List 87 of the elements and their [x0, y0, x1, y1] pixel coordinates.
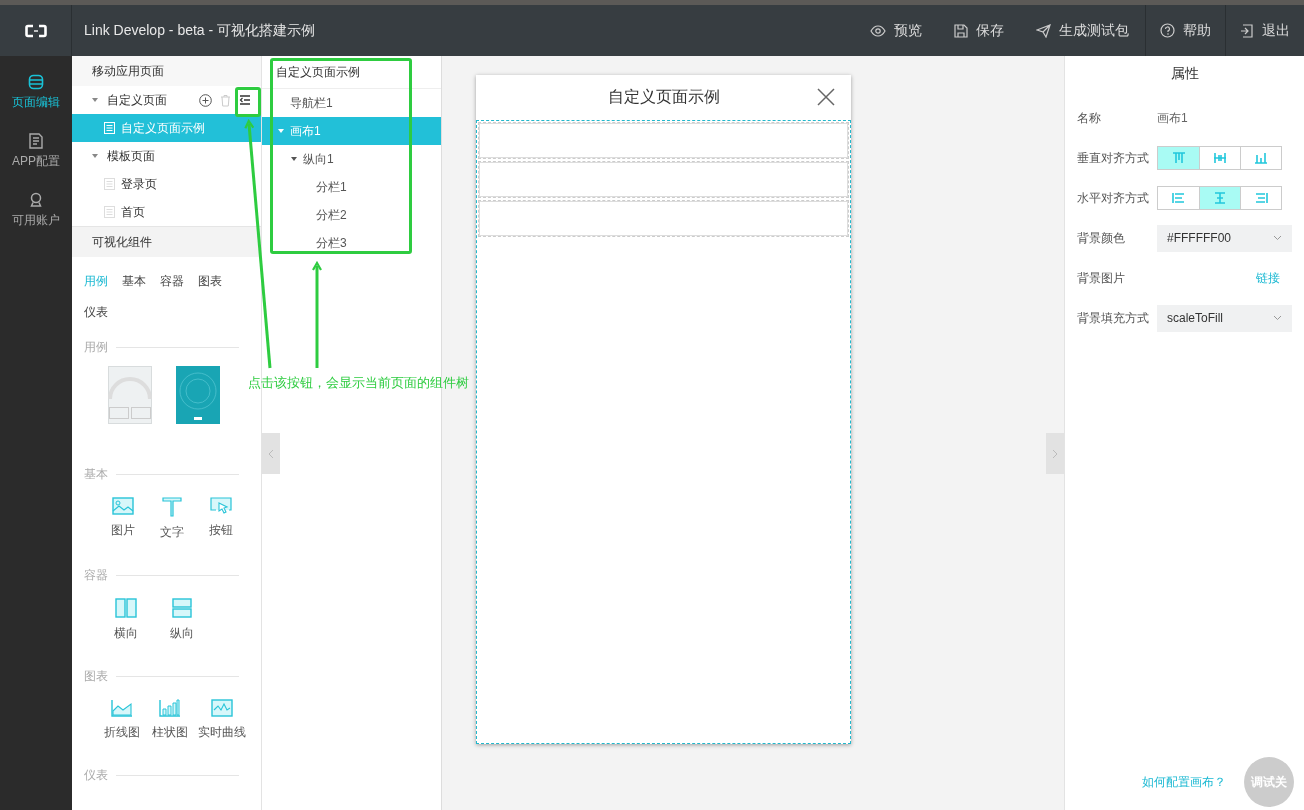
component-item[interactable]: 图片 [104, 497, 141, 541]
align-icon [1254, 192, 1268, 204]
close-icon[interactable] [817, 88, 835, 106]
trash-icon[interactable] [220, 94, 231, 107]
cursor-icon [209, 497, 232, 515]
section-title: 仪表 [84, 767, 108, 784]
component-tab[interactable]: 容器 [160, 271, 184, 292]
section-title: 用例 [84, 339, 108, 356]
bar-chart-icon [159, 699, 181, 717]
component-tab[interactable]: 仪表 [84, 302, 108, 323]
rows-icon [172, 598, 192, 618]
property-value: 画布1 [1157, 109, 1188, 127]
user-icon [28, 192, 44, 208]
rail-item[interactable]: 页面编辑 [0, 70, 72, 115]
component-tab[interactable]: 图表 [198, 271, 222, 292]
section-header: 可视化组件 [72, 226, 261, 257]
component-item[interactable]: 柱状图 [152, 699, 188, 741]
component-tab[interactable]: 基本 [122, 271, 146, 292]
highlight-frame [235, 87, 261, 117]
component-item[interactable]: 文字 [153, 497, 190, 541]
section-title: 基本 [84, 466, 108, 483]
exit-icon [1240, 23, 1254, 38]
rail-item[interactable]: 可用账户 [0, 188, 72, 233]
section-title: 容器 [84, 567, 108, 584]
columns-icon [115, 598, 137, 618]
component-item[interactable]: 折线图 [104, 699, 140, 741]
chevron-down-icon [1273, 235, 1282, 241]
app-title: Link Develop - beta - 可视化搭建示例 [83, 21, 317, 40]
tree-node[interactable]: 分栏3 [262, 229, 441, 257]
align-icon [1213, 152, 1227, 164]
dropdown[interactable]: scaleToFill [1157, 304, 1292, 332]
page-icon [104, 206, 115, 218]
tree-node[interactable]: 分栏1 [262, 173, 441, 201]
rail-item[interactable]: APP配置 [0, 129, 72, 174]
page-item[interactable]: 登录页 [72, 170, 261, 198]
help-icon [1160, 23, 1175, 38]
property-label: 名称 [1077, 109, 1102, 127]
component-item[interactable]: 按钮 [202, 497, 239, 541]
add-icon[interactable] [199, 94, 212, 107]
page-item[interactable]: 首页 [72, 198, 261, 226]
component-item[interactable]: 实时曲线 [200, 699, 244, 741]
tree-node[interactable]: 分栏2 [262, 201, 441, 229]
toolbar-button[interactable]: 预览 [854, 5, 938, 56]
dropdown[interactable]: #FFFFFF00 [1157, 224, 1292, 252]
tree-node[interactable]: 纵向1 [262, 145, 441, 173]
property-label: 背景颜色 [1077, 229, 1126, 247]
eye-icon [870, 24, 886, 37]
tree-title: 自定义页面示例 [262, 56, 441, 89]
page-group-label[interactable]: 模板页面 [107, 147, 155, 165]
collapse-handle[interactable] [262, 433, 280, 474]
tree-node[interactable]: 导航栏1 [262, 89, 441, 117]
text-icon [161, 497, 182, 517]
page-title: 自定义页面示例 [607, 87, 720, 107]
toolbar-button[interactable]: 保存 [938, 5, 1020, 56]
gauge-template-thumbnail[interactable] [108, 366, 152, 424]
align-icon [1254, 152, 1268, 164]
toolbar-button[interactable]: 生成测试包 [1020, 5, 1145, 56]
page-icon [104, 178, 115, 190]
component-item[interactable]: 纵向 [160, 598, 204, 642]
caret-icon[interactable] [92, 98, 98, 102]
page-icon [104, 122, 115, 134]
property-label: 垂直对齐方式 [1077, 149, 1150, 167]
pulse-chart-icon [211, 699, 233, 717]
panel-title: 属性 [1169, 64, 1200, 83]
property-label: 水平对齐方式 [1077, 189, 1150, 207]
property-label: 背景图片 [1077, 269, 1126, 287]
save-icon [954, 23, 968, 38]
image-icon [111, 497, 134, 515]
chevron-down-icon [1273, 315, 1282, 321]
caret-icon[interactable] [92, 154, 98, 158]
document-icon [29, 133, 43, 149]
page-group-label[interactable]: 自定义页面 [107, 91, 167, 109]
align-option[interactable] [1199, 187, 1240, 209]
database-icon [28, 74, 44, 90]
section-title: 图表 [84, 668, 108, 685]
property-label: 背景填充方式 [1077, 309, 1150, 327]
dashboard-template-thumbnail[interactable] [176, 366, 220, 424]
line-chart-icon [111, 699, 133, 717]
align-icon [1171, 152, 1186, 164]
align-icon [1213, 192, 1227, 204]
paper-plane-icon [1036, 23, 1051, 38]
component-item[interactable]: 横向 [104, 598, 148, 642]
align-icon [1171, 192, 1186, 204]
align-option[interactable] [1158, 147, 1199, 169]
collapse-handle[interactable] [1046, 433, 1064, 474]
annotation-caption: 点击该按钮，会显示当前页面的组件树 [248, 374, 469, 392]
section-header: 移动应用页面 [72, 56, 261, 86]
